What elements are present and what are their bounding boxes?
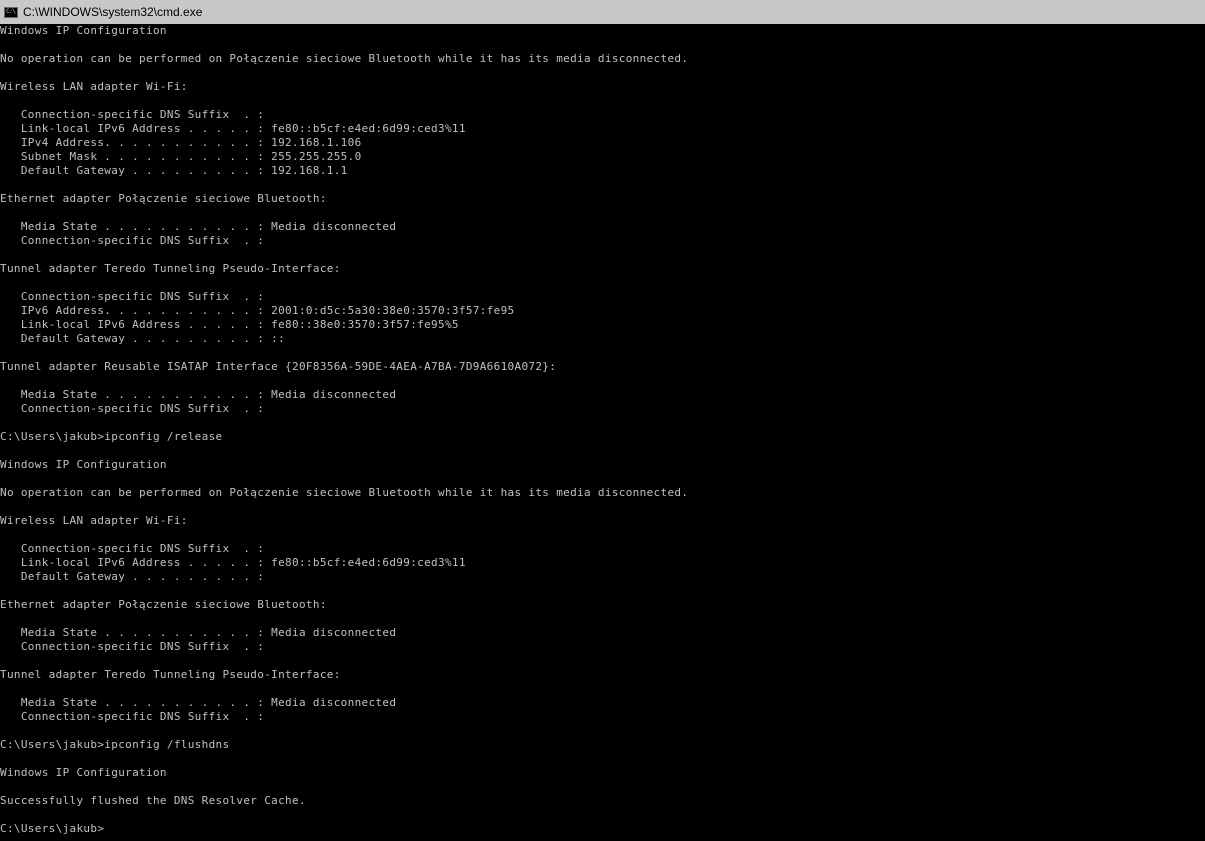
console-line: Windows IP Configuration [0, 766, 167, 779]
console-line: Connection-specific DNS Suffix . : [0, 290, 265, 303]
console-line: Connection-specific DNS Suffix . : [0, 710, 265, 723]
title-bar[interactable]: C:\ C:\WINDOWS\system32\cmd.exe [0, 0, 1205, 24]
console-line: Media State . . . . . . . . . . . : Medi… [0, 220, 397, 233]
console-line: C:\Users\jakub>ipconfig /release [0, 430, 223, 443]
console-line: Connection-specific DNS Suffix . : [0, 402, 265, 415]
console-line: Link-local IPv6 Address . . . . . : fe80… [0, 122, 466, 135]
console-line: Successfully flushed the DNS Resolver Ca… [0, 794, 306, 807]
console-line: C:\Users\jakub> [0, 822, 105, 835]
console-line: Default Gateway . . . . . . . . . : 192.… [0, 164, 348, 177]
console-line: Subnet Mask . . . . . . . . . . . : 255.… [0, 150, 362, 163]
console-line: Windows IP Configuration [0, 24, 167, 37]
console-line: Default Gateway . . . . . . . . . : [0, 570, 265, 583]
console-line: Link-local IPv6 Address . . . . . : fe80… [0, 318, 459, 331]
console-line: No operation can be performed on Połącze… [0, 486, 689, 499]
console-line: Media State . . . . . . . . . . . : Medi… [0, 696, 397, 709]
console-line: Tunnel adapter Teredo Tunneling Pseudo-I… [0, 262, 341, 275]
window-title: C:\WINDOWS\system32\cmd.exe [23, 5, 203, 19]
console-line: Connection-specific DNS Suffix . : [0, 108, 265, 121]
console-line: No operation can be performed on Połącze… [0, 52, 689, 65]
console-line: Media State . . . . . . . . . . . : Medi… [0, 626, 397, 639]
console-line: IPv4 Address. . . . . . . . . . . : 192.… [0, 136, 362, 149]
console-line: Media State . . . . . . . . . . . : Medi… [0, 388, 397, 401]
cmd-window: C:\ C:\WINDOWS\system32\cmd.exe Windows … [0, 0, 1205, 841]
console-line: Tunnel adapter Reusable ISATAP Interface… [0, 360, 557, 373]
console-line: Connection-specific DNS Suffix . : [0, 542, 265, 555]
console-line: Windows IP Configuration [0, 458, 167, 471]
console-line: Connection-specific DNS Suffix . : [0, 234, 265, 247]
console-output[interactable]: Windows IP Configuration No operation can… [0, 24, 1205, 841]
console-line: Default Gateway . . . . . . . . . : :: [0, 332, 286, 345]
cmd-icon[interactable]: C:\ [4, 6, 18, 18]
console-line: Wireless LAN adapter Wi-Fi: [0, 80, 188, 93]
console-line: Tunnel adapter Teredo Tunneling Pseudo-I… [0, 668, 341, 681]
console-line: Wireless LAN adapter Wi-Fi: [0, 514, 188, 527]
console-line: Link-local IPv6 Address . . . . . : fe80… [0, 556, 466, 569]
console-line: IPv6 Address. . . . . . . . . . . : 2001… [0, 304, 515, 317]
console-line: C:\Users\jakub>ipconfig /flushdns [0, 738, 230, 751]
console-line: Ethernet adapter Połączenie sieciowe Blu… [0, 192, 327, 205]
console-line: Ethernet adapter Połączenie sieciowe Blu… [0, 598, 327, 611]
console-line: Connection-specific DNS Suffix . : [0, 640, 265, 653]
